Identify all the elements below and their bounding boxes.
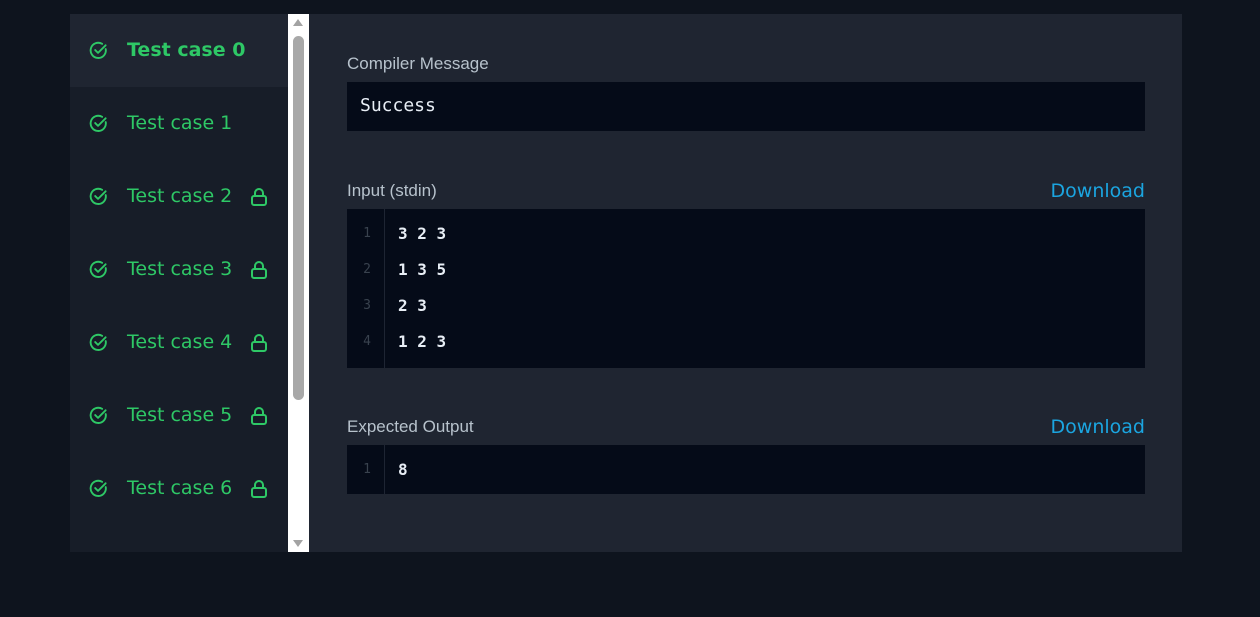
- check-circle-icon: [89, 187, 107, 205]
- line-number: 1: [363, 462, 371, 477]
- line-text: 1 2 3: [398, 332, 447, 351]
- test-case-item-0[interactable]: Test case 0: [70, 14, 288, 87]
- expected-output-code-box: 1 8: [347, 445, 1145, 494]
- lock-icon: [251, 480, 267, 498]
- line-number: 1: [363, 226, 371, 241]
- input-download-link[interactable]: Download: [1051, 180, 1145, 202]
- lock-icon: [251, 261, 267, 279]
- compiler-message-text: Success: [360, 95, 436, 116]
- test-case-item-6[interactable]: Test case 6: [70, 452, 288, 525]
- code-line: 4 1 2 3: [347, 324, 1145, 360]
- line-number: 4: [363, 334, 371, 349]
- line-number: 3: [363, 298, 371, 313]
- line-text: 8: [398, 460, 408, 479]
- compiler-message-title: Compiler Message: [347, 54, 489, 73]
- check-circle-icon: [89, 406, 107, 424]
- lock-icon: [251, 407, 267, 425]
- test-case-item-4[interactable]: Test case 4: [70, 306, 288, 379]
- code-line: 1 8: [347, 452, 1145, 488]
- line-number: 2: [363, 262, 371, 277]
- test-case-item-1[interactable]: Test case 1: [70, 87, 288, 160]
- lock-icon: [251, 188, 267, 206]
- check-circle-icon: [89, 260, 107, 278]
- scroll-up-arrow-icon[interactable]: [293, 19, 303, 26]
- check-circle-icon: [89, 41, 107, 59]
- scrollbar-thumb[interactable]: [293, 36, 304, 400]
- test-case-item-3[interactable]: Test case 3: [70, 233, 288, 306]
- input-title: Input (stdin): [347, 181, 437, 200]
- test-results-panel: Test case 0 Test case 1 Test case 2 Test…: [70, 14, 1182, 552]
- code-line: 1 3 2 3: [347, 216, 1145, 252]
- scroll-down-arrow-icon[interactable]: [293, 540, 303, 547]
- line-text: 1 3 5: [398, 260, 447, 279]
- test-case-label: Test case 3: [127, 258, 233, 280]
- lock-icon: [251, 334, 267, 352]
- test-case-label: Test case 1: [127, 112, 233, 134]
- check-circle-icon: [89, 333, 107, 351]
- check-circle-icon: [89, 479, 107, 497]
- test-case-label: Test case 5: [127, 404, 233, 426]
- test-case-label: Test case 6: [127, 477, 233, 499]
- test-case-item-5[interactable]: Test case 5: [70, 379, 288, 452]
- expected-output-download-link[interactable]: Download: [1051, 416, 1145, 438]
- compiler-message-box: Success: [347, 82, 1145, 131]
- expected-output-title: Expected Output: [347, 417, 474, 436]
- test-case-item-2[interactable]: Test case 2: [70, 160, 288, 233]
- check-circle-icon: [89, 114, 107, 132]
- test-case-label: Test case 0: [127, 39, 246, 61]
- line-text: 3 2 3: [398, 224, 447, 243]
- test-case-label: Test case 4: [127, 331, 233, 353]
- line-text: 2 3: [398, 296, 427, 315]
- code-line: 2 1 3 5: [347, 252, 1145, 288]
- test-case-label: Test case 2: [127, 185, 233, 207]
- sidebar-scrollbar[interactable]: [288, 14, 309, 552]
- test-case-list: Test case 0 Test case 1 Test case 2 Test…: [70, 14, 288, 552]
- input-code-box: 1 3 2 3 2 1 3 5 3 2 3 4 1 2 3: [347, 209, 1145, 368]
- code-line: 3 2 3: [347, 288, 1145, 324]
